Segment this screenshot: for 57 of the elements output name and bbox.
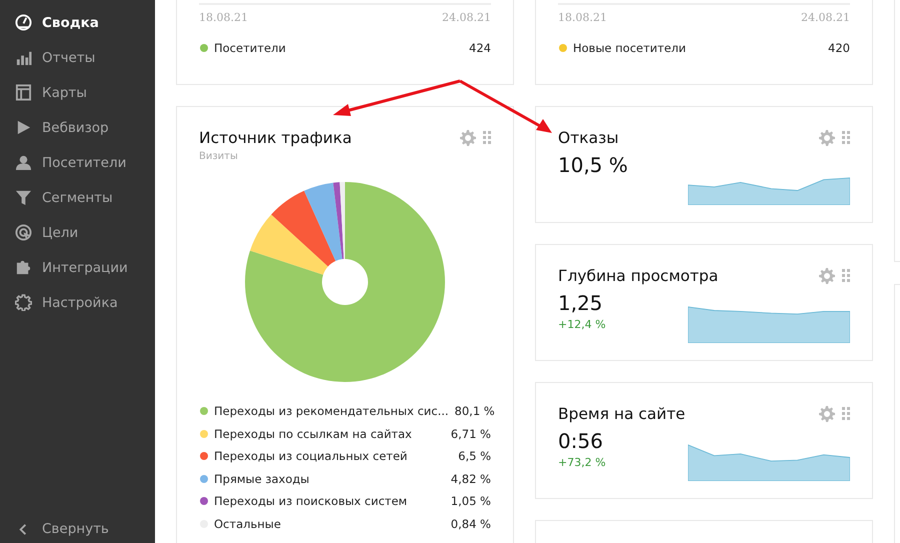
sidebar-item[interactable]: Сводка [0, 5, 155, 40]
settings-icon[interactable] [819, 130, 835, 146]
card-subtitle: Визиты [199, 151, 239, 162]
legend-value: 80,1 % [454, 404, 495, 418]
puzzle-icon [15, 259, 32, 276]
legend-value: 0,84 % [450, 516, 491, 531]
target-icon [15, 224, 32, 241]
sidebar-item[interactable]: Настройка [0, 285, 155, 320]
legend-value: 6,71 % [450, 426, 491, 441]
axis-date: 18.08.21 [199, 11, 248, 24]
drag-handle-icon[interactable] [842, 269, 850, 283]
legend-label: Переходы из рекомендательных сис... [214, 404, 449, 418]
card-title: Отказы [558, 129, 619, 147]
metric-value: 1,25 [558, 291, 604, 315]
funnel-icon [15, 189, 32, 206]
legend-value: 424 [469, 41, 491, 56]
layout-icon [15, 84, 32, 101]
legend-value: 6,5 % [458, 449, 491, 464]
legend-value: 4,82 % [450, 472, 491, 486]
metric-change: +73,2 % [558, 456, 606, 469]
sidebar-item[interactable]: Сегменты [0, 180, 155, 215]
collapse-button[interactable]: Свернуть [0, 515, 155, 543]
legend-label: Переходы из поисковых систем [214, 494, 408, 508]
drag-handle-icon[interactable] [842, 407, 850, 421]
metric-value: 0:56 [558, 429, 604, 453]
legend-label: Прямые заходы [214, 472, 310, 486]
metric-change: +12,4 % [558, 318, 606, 331]
card-title: Глубина просмотра [558, 267, 718, 285]
sidebar-item[interactable]: Цели [0, 215, 155, 250]
settings-icon [15, 294, 32, 311]
legend-label: Новые посетители [573, 41, 687, 56]
play-icon [15, 119, 32, 136]
sidebar-item[interactable]: Интеграции [0, 250, 155, 285]
metric-value: 10,5 % [558, 153, 628, 177]
legend-value: 1,05 % [450, 494, 491, 508]
sidebar-item[interactable]: Вебвизор [0, 110, 155, 145]
legend-label: Переходы по ссылкам на сайтах [214, 426, 413, 441]
settings-icon[interactable] [819, 406, 835, 422]
legend-label: Посетители [214, 41, 287, 56]
drag-handle-icon[interactable] [842, 131, 850, 145]
legend-label: Остальные [214, 516, 282, 531]
axis-date: 24.08.21 [801, 11, 850, 24]
card-title: Источник трафика [199, 129, 352, 147]
drag-handle-icon[interactable] [483, 131, 491, 145]
legend-value: 420 [828, 41, 850, 56]
gauge-icon [15, 14, 32, 31]
card-title: Время на сайте [558, 405, 686, 423]
settings-icon[interactable] [819, 268, 835, 284]
legend-label: Переходы из социальных сетей [214, 449, 408, 464]
sidebar-item[interactable]: Посетители [0, 145, 155, 180]
sidebar-item[interactable]: Карты [0, 75, 155, 110]
bar-chart-icon [15, 49, 32, 66]
settings-icon[interactable] [460, 130, 476, 146]
axis-date: 18.08.21 [558, 11, 607, 24]
sidebar-item[interactable]: Отчеты [0, 40, 155, 75]
person-icon [15, 154, 32, 171]
axis-date: 24.08.21 [442, 11, 491, 24]
